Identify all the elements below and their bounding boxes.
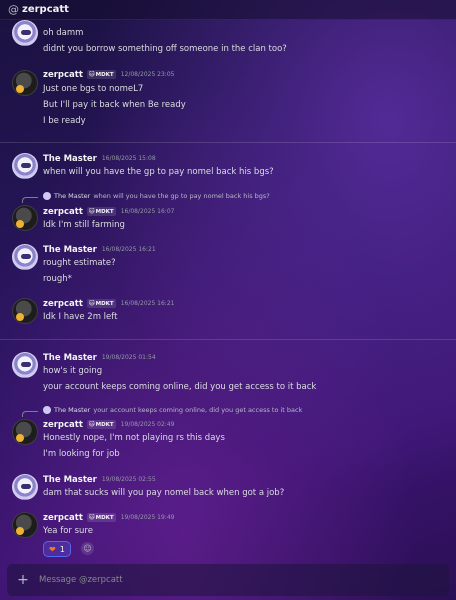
cat-icon: 🐱 [88, 300, 95, 307]
message-header: zerpcatt 🐱 MDKT 19/08/2025 19:49 [43, 512, 174, 523]
message-text: Idk I have 2m left [43, 312, 118, 322]
guild-tag-label: MDKT [95, 208, 114, 215]
dm-title[interactable]: zerpcatt [22, 4, 69, 15]
message-text: Honestly nope, I'm not playing rs this d… [43, 433, 225, 443]
guild-tag-label: MDKT [95, 514, 114, 521]
timestamp: 19/08/2025 01:54 [101, 354, 156, 361]
guild-tag-badge[interactable]: 🐱 MDKT [86, 207, 116, 216]
message-header: zerpcatt 🐱 MDKT 16/08/2025 16:21 [43, 298, 174, 309]
reply-preview[interactable]: The Master your account keeps coming onl… [43, 406, 302, 414]
message-text: when will you have the gp to pay nomel b… [43, 167, 274, 177]
at-icon: @ [8, 3, 19, 16]
author-name[interactable]: zerpcatt [43, 420, 83, 430]
message-text: But I'll pay it back when Be ready [43, 100, 186, 110]
message-header: The Master 19/08/2025 01:54 [43, 352, 156, 363]
date-divider [0, 142, 456, 143]
message-text: oh damm [43, 28, 84, 38]
message-header: The Master 19/08/2025 02:55 [43, 474, 156, 485]
timestamp: 16/08/2025 15:08 [101, 155, 156, 162]
reaction-heart[interactable]: ❤ 1 [43, 541, 71, 557]
message-text: didnt you borrow something off someone i… [43, 44, 287, 54]
message-composer: + [7, 564, 449, 596]
plus-icon[interactable]: + [7, 572, 39, 588]
guild-tag-label: MDKT [95, 421, 114, 428]
avatar[interactable] [12, 153, 38, 179]
message-text: rought estimate? [43, 258, 116, 268]
reply-connector [22, 411, 38, 417]
timestamp: 19/08/2025 02:55 [101, 476, 156, 483]
avatar[interactable] [12, 244, 38, 270]
date-divider [0, 339, 456, 340]
message-text: Yea for sure [43, 526, 93, 536]
message-text: Idk I'm still farming [43, 220, 125, 230]
add-reaction-icon[interactable]: ☺ [81, 542, 94, 555]
reply-preview[interactable]: The Master when will you have the gp to … [43, 192, 270, 200]
author-name[interactable]: zerpcatt [43, 70, 83, 80]
message-text: your account keeps coming online, did yo… [43, 382, 317, 392]
message-text: how's it going [43, 366, 103, 376]
reply-connector [22, 197, 38, 203]
reply-avatar [43, 406, 51, 414]
message-list: oh damm didnt you borrow something off s… [0, 20, 456, 562]
reply-author: The Master [54, 406, 91, 414]
avatar[interactable] [12, 205, 38, 231]
reply-text: your account keeps coming online, did yo… [93, 406, 303, 414]
guild-tag-badge[interactable]: 🐱 MDKT [86, 70, 116, 79]
author-name[interactable]: The Master [43, 353, 97, 363]
avatar[interactable] [12, 298, 38, 324]
timestamp: 16/08/2025 16:21 [120, 300, 175, 307]
timestamp: 16/08/2025 16:21 [101, 246, 156, 253]
cat-icon: 🐱 [88, 208, 95, 215]
reply-avatar [43, 192, 51, 200]
message-text: rough* [43, 274, 72, 284]
message-header: zerpcatt 🐱 MDKT 12/08/2025 23:05 [43, 69, 174, 80]
avatar[interactable] [12, 419, 38, 445]
author-name[interactable]: zerpcatt [43, 513, 83, 523]
message-text: I be ready [43, 116, 86, 126]
reply-author: The Master [54, 192, 91, 200]
avatar[interactable] [12, 512, 38, 538]
reaction-count: 1 [59, 544, 65, 554]
avatar[interactable] [12, 20, 38, 46]
guild-tag-badge[interactable]: 🐱 MDKT [86, 420, 116, 429]
avatar[interactable] [12, 474, 38, 500]
message-input[interactable] [39, 564, 449, 596]
message-text: Just one bgs to nomeL7 [43, 84, 144, 94]
guild-tag-badge[interactable]: 🐱 MDKT [86, 299, 116, 308]
cat-icon: 🐱 [88, 514, 95, 521]
guild-tag-badge[interactable]: 🐱 MDKT [86, 513, 116, 522]
guild-tag-label: MDKT [95, 71, 114, 78]
heart-icon: ❤ [49, 544, 56, 554]
dm-header: @ zerpcatt [0, 0, 456, 20]
message-header: zerpcatt 🐱 MDKT 19/08/2025 02:49 [43, 419, 174, 430]
avatar[interactable] [12, 352, 38, 378]
cat-icon: 🐱 [88, 421, 95, 428]
message-header: The Master 16/08/2025 15:08 [43, 153, 156, 164]
cat-icon: 🐱 [88, 71, 95, 78]
reply-text: when will you have the gp to pay nomel b… [93, 192, 270, 200]
timestamp: 12/08/2025 23:05 [120, 71, 175, 78]
message-text: dam that sucks will you pay nomel back w… [43, 488, 285, 498]
guild-tag-label: MDKT [95, 300, 114, 307]
message-header: The Master 16/08/2025 16:21 [43, 244, 156, 255]
timestamp: 16/08/2025 16:07 [120, 208, 175, 215]
timestamp: 19/08/2025 02:49 [120, 421, 175, 428]
avatar[interactable] [12, 70, 38, 96]
author-name[interactable]: The Master [43, 154, 97, 164]
author-name[interactable]: zerpcatt [43, 207, 83, 217]
timestamp: 19/08/2025 19:49 [120, 514, 175, 521]
author-name[interactable]: The Master [43, 475, 97, 485]
message-text: I'm looking for job [43, 449, 120, 459]
message-header: zerpcatt 🐱 MDKT 16/08/2025 16:07 [43, 206, 174, 217]
author-name[interactable]: zerpcatt [43, 299, 83, 309]
author-name[interactable]: The Master [43, 245, 97, 255]
